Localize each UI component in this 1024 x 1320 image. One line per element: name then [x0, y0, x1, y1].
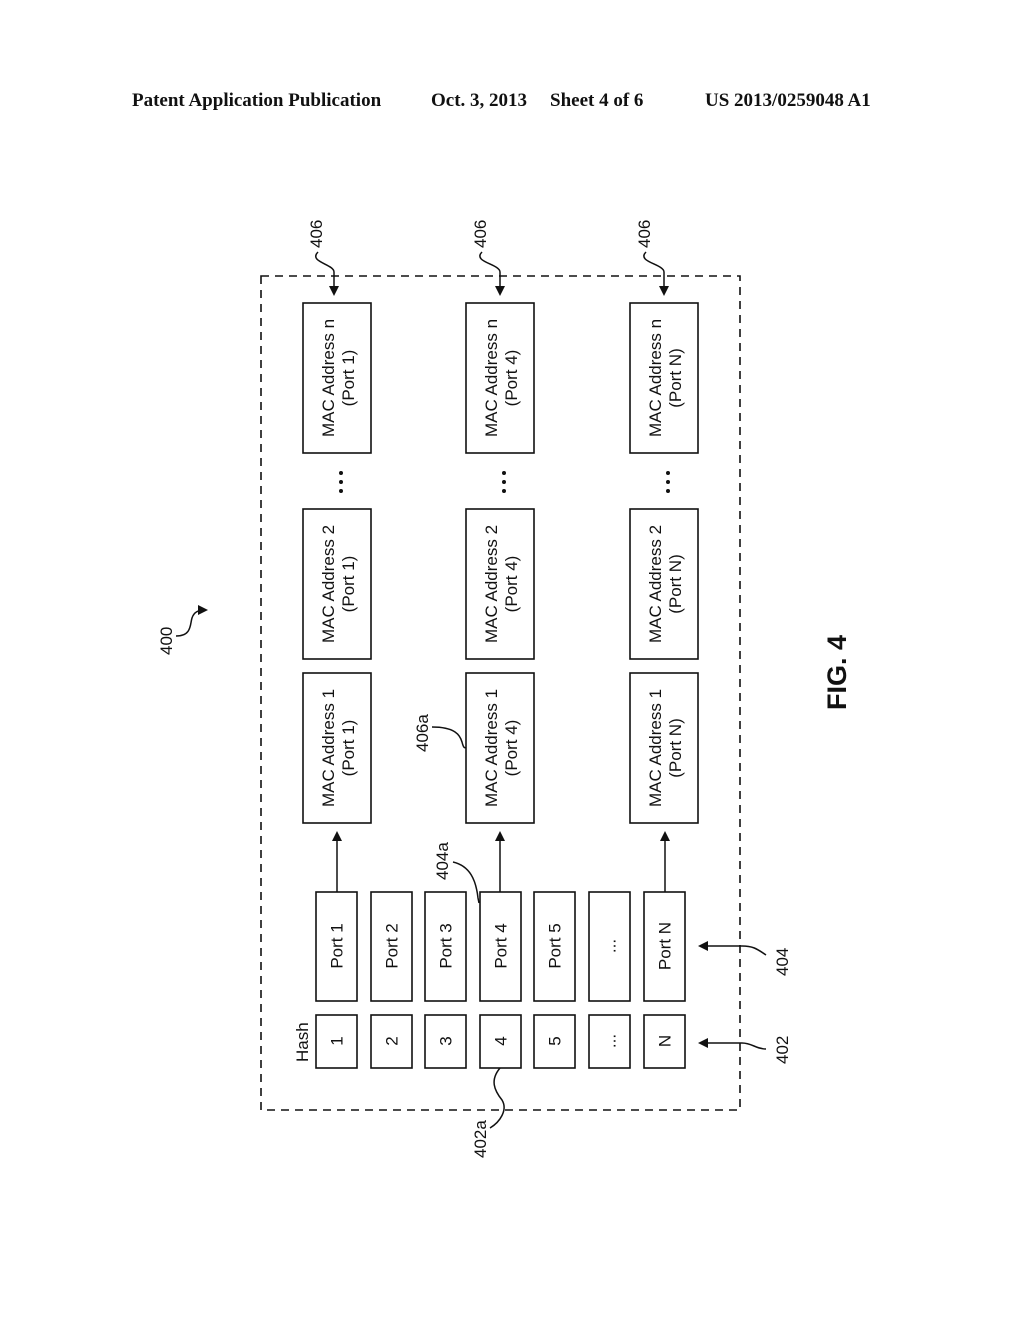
- mac-address-entry: MAC Address 1 (Port N): [629, 672, 699, 824]
- ref-400-leader: [175, 605, 208, 637]
- mac-port-label: (Port 4): [502, 350, 521, 407]
- ellipsis-dot: [502, 489, 506, 493]
- hash-value: ...: [601, 1034, 620, 1048]
- hash-value: 5: [546, 1036, 565, 1045]
- mac-address-label: MAC Address 1: [646, 689, 665, 807]
- port-label: Port 1: [328, 923, 347, 968]
- ellipsis-dot: [666, 480, 670, 484]
- hash-value: 4: [492, 1036, 511, 1045]
- hash-table-row: 1 Port 1: [315, 891, 358, 1069]
- port-label: Port 5: [546, 923, 565, 968]
- ref-402-arrow: [698, 1038, 767, 1050]
- ref-406-label: 406: [635, 220, 654, 248]
- mac-address-label: MAC Address n: [319, 319, 338, 437]
- ref-406-arrow: [479, 251, 505, 296]
- mac-address-entry: MAC Address 1 (Port 4): [465, 672, 535, 824]
- figure-4-diagram: 400 FIG. 4 406 406 406 MAC Address 1 (Por…: [157, 220, 852, 1158]
- ref-402: 402: [773, 1036, 792, 1064]
- ref-400: 400: [157, 627, 176, 655]
- ellipsis-dot: [339, 489, 343, 493]
- ellipsis-dot: [502, 480, 506, 484]
- hash-port-rows: 1 Port 1 2 Port 2 3 Port 3 4 Port 4 5 Port 5.....…: [315, 891, 686, 1069]
- mac-address-entry: MAC Address n (Port 1): [302, 302, 372, 454]
- ref-402a-leader: [489, 1067, 505, 1129]
- ellipsis-dot: [339, 471, 343, 475]
- mac-address-label: MAC Address n: [482, 319, 501, 437]
- hash-table-row: 5 Port 5: [533, 891, 576, 1069]
- port-label: Port 3: [437, 923, 456, 968]
- port-label: Port 4: [492, 923, 511, 968]
- ellipsis-dot: [502, 471, 506, 475]
- ref-404-arrow: [698, 941, 767, 956]
- mac-address-entry: MAC Address 1 (Port 1): [302, 672, 372, 824]
- mac-port-label: (Port 1): [339, 350, 358, 407]
- ref-402a: 402a: [471, 1120, 490, 1158]
- mac-port-label: (Port N): [666, 718, 685, 778]
- hash-value: N: [656, 1035, 675, 1047]
- ref-406-arrow: [315, 251, 339, 296]
- mac-address-entry: MAC Address n (Port 4): [465, 302, 535, 454]
- mac-port-label: (Port N): [666, 554, 685, 614]
- ref-404: 404: [773, 948, 792, 976]
- mac-address-label: MAC Address 1: [482, 689, 501, 807]
- mac-address-columns: MAC Address 1 (Port 1)MAC Address 2 (Port …: [302, 302, 699, 824]
- mac-port-label: (Port N): [666, 348, 685, 408]
- hash-value: 1: [328, 1036, 347, 1045]
- ref-406-arrow: [643, 251, 669, 296]
- ellipsis-dot: [666, 489, 670, 493]
- mac-port-label: (Port 4): [502, 556, 521, 613]
- mac-address-entry: MAC Address 2 (Port 1): [302, 508, 372, 660]
- mac-port-label: (Port 1): [339, 556, 358, 613]
- hash-table-row: 4 Port 4: [479, 891, 522, 1069]
- figure-label: FIG. 4: [822, 635, 852, 710]
- mac-port-label: (Port 1): [339, 720, 358, 777]
- mac-address-label: MAC Address 1: [319, 689, 338, 807]
- ref-406-label: 406: [307, 220, 326, 248]
- ref-406-label: 406: [471, 220, 490, 248]
- mac-address-label: MAC Address 2: [319, 525, 338, 643]
- port-label: ...: [601, 939, 620, 953]
- mac-address-entry: MAC Address 2 (Port 4): [465, 508, 535, 660]
- ref-406a-leader: [431, 726, 467, 749]
- mac-address-label: MAC Address n: [646, 319, 665, 437]
- port-label: Port 2: [383, 923, 402, 968]
- ellipsis-dot: [339, 480, 343, 484]
- hash-table-row: 2 Port 2: [370, 891, 413, 1069]
- mac-port-label: (Port 4): [502, 720, 521, 777]
- mac-address-label: MAC Address 2: [646, 525, 665, 643]
- hash-column-title: Hash: [293, 1022, 312, 1062]
- ref-406a: 406a: [413, 714, 432, 752]
- mac-ellipsis: [339, 471, 670, 493]
- hash-table-row: ......: [588, 891, 631, 1069]
- ref-404a: 404a: [433, 842, 452, 880]
- ellipsis-dot: [666, 471, 670, 475]
- mac-address-label: MAC Address 2: [482, 525, 501, 643]
- hash-table-row: 3 Port 3: [424, 891, 467, 1069]
- mac-address-entry: MAC Address 2 (Port N): [629, 508, 699, 660]
- hash-table-row: N Port N: [643, 891, 686, 1069]
- hash-value: 3: [437, 1036, 456, 1045]
- mac-address-entry: MAC Address n (Port N): [629, 302, 699, 454]
- hash-value: 2: [383, 1036, 402, 1045]
- ref-406-group: 406 406 406: [307, 220, 669, 296]
- port-label: Port N: [656, 922, 675, 970]
